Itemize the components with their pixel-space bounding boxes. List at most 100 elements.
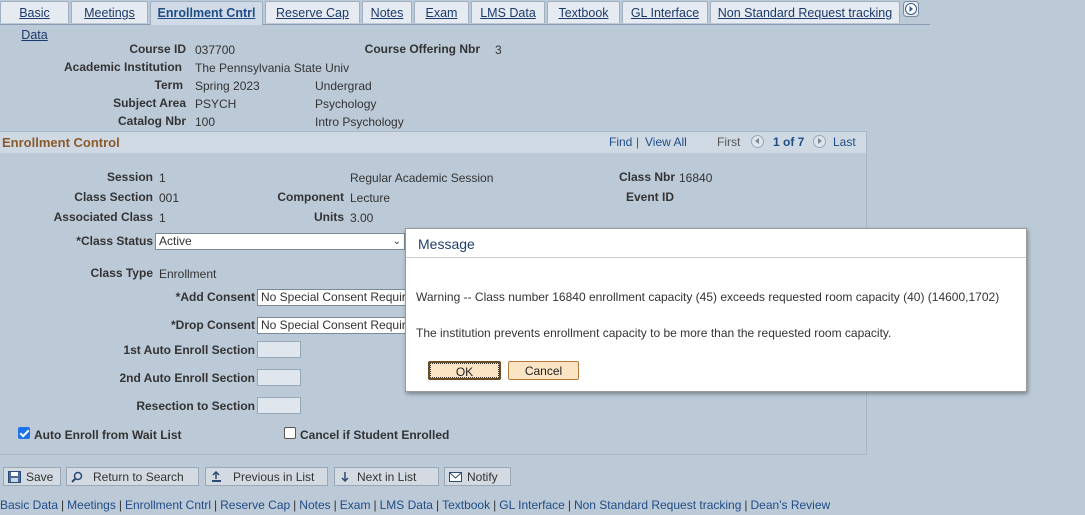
return-to-search-button[interactable]: Return to Search bbox=[66, 467, 199, 486]
drop-consent-label: *Drop Consent bbox=[171, 318, 255, 332]
panel-title: Enrollment Control bbox=[2, 135, 120, 150]
bottom-link-basic-data[interactable]: Basic Data bbox=[0, 498, 58, 512]
link-separator: | bbox=[61, 498, 65, 512]
link-separator: | bbox=[567, 498, 571, 512]
link-separator: | bbox=[293, 498, 297, 512]
previous-in-list-label: Previous in List bbox=[233, 470, 315, 484]
bottom-link-textbook[interactable]: Textbook bbox=[442, 498, 490, 512]
course-offering-value: 3 bbox=[495, 43, 502, 57]
subject-area-desc: Psychology bbox=[315, 97, 377, 111]
class-status-select[interactable]: Active ⌄ bbox=[155, 233, 405, 250]
dialog-warning-text: Warning -- Class number 16840 enrollment… bbox=[416, 290, 1000, 304]
tab-notes[interactable]: Notes bbox=[362, 1, 412, 23]
drop-consent-value: No Special Consent Required bbox=[261, 318, 408, 332]
cancel-if-enrolled-checkbox[interactable] bbox=[284, 427, 296, 439]
save-button[interactable]: Save bbox=[3, 467, 61, 486]
scroll-tabs-right-icon[interactable] bbox=[903, 1, 919, 17]
session-desc: Regular Academic Session bbox=[350, 171, 494, 185]
view-all-link[interactable]: View All bbox=[645, 135, 687, 149]
link-separator: | bbox=[435, 498, 440, 512]
previous-in-list-icon bbox=[212, 471, 221, 482]
subject-area-value: PSYCH bbox=[195, 97, 237, 111]
bottom-link-exam[interactable]: Exam bbox=[340, 498, 371, 512]
next-in-list-button[interactable]: Next in List bbox=[334, 467, 439, 486]
add-consent-select[interactable]: No Special Consent Required bbox=[257, 289, 408, 306]
save-label: Save bbox=[26, 470, 54, 484]
resection-input[interactable] bbox=[257, 397, 301, 414]
notify-icon bbox=[449, 472, 462, 482]
second-auto-enroll-input[interactable] bbox=[257, 369, 301, 386]
tab-reserve-cap[interactable]: Reserve Cap bbox=[265, 1, 360, 23]
next-in-list-label: Next in List bbox=[357, 470, 417, 484]
tab-exam[interactable]: Exam bbox=[414, 1, 469, 23]
course-id-value: 037700 bbox=[195, 43, 236, 57]
bottom-link-notes[interactable]: Notes bbox=[299, 498, 330, 512]
auto-enroll-waitlist-label: Auto Enroll from Wait List bbox=[34, 428, 182, 442]
resection-label: Resection to Section bbox=[136, 399, 255, 413]
add-consent-value: No Special Consent Required bbox=[261, 290, 408, 304]
message-dialog: Message Warning -- Class number 16840 en… bbox=[405, 228, 1027, 392]
class-section-label: Class Section bbox=[74, 190, 153, 204]
cancel-button[interactable]: Cancel bbox=[508, 361, 579, 380]
cancel-if-enrolled-label: Cancel if Student Enrolled bbox=[300, 428, 450, 442]
units-label: Units bbox=[314, 210, 344, 224]
bottom-link-gl-interface[interactable]: GL Interface bbox=[499, 498, 565, 512]
link-separator: | bbox=[118, 498, 122, 512]
find-link[interactable]: Find bbox=[609, 135, 632, 149]
auto-enroll-waitlist-checkbox[interactable] bbox=[18, 427, 30, 439]
course-id-label: Course ID bbox=[129, 42, 186, 56]
dialog-info-text: The institution prevents enrollment capa… bbox=[416, 326, 892, 340]
second-auto-enroll-label: 2nd Auto Enroll Section bbox=[119, 371, 255, 385]
link-separator: | bbox=[744, 498, 748, 512]
last-link[interactable]: Last bbox=[833, 135, 856, 149]
class-status-value: Active bbox=[159, 234, 192, 248]
institution-label: Academic Institution bbox=[63, 60, 182, 74]
tab-basic-data[interactable]: Basic Data bbox=[0, 1, 69, 42]
next-row-icon[interactable] bbox=[813, 135, 826, 148]
component-label: Component bbox=[277, 190, 344, 204]
previous-row-icon[interactable] bbox=[751, 135, 764, 148]
link-separator: | bbox=[333, 498, 337, 512]
dialog-header: Message bbox=[406, 229, 1026, 258]
ok-button[interactable]: OK bbox=[428, 361, 501, 380]
bottom-link-meetings[interactable]: Meetings bbox=[67, 498, 116, 512]
first-label[interactable]: First bbox=[717, 135, 740, 149]
next-in-list-icon bbox=[341, 472, 349, 483]
link-separator: | bbox=[373, 498, 377, 512]
row-count: 1 of 7 bbox=[773, 135, 805, 149]
chevron-down-icon: ⌄ bbox=[392, 236, 401, 247]
nav-separator: | bbox=[636, 135, 640, 149]
bottom-link-reserve-cap[interactable]: Reserve Cap bbox=[220, 498, 290, 512]
bottom-link-enrollment-cntrl[interactable]: Enrollment Cntrl bbox=[125, 498, 211, 512]
previous-in-list-button[interactable]: Previous in List bbox=[205, 467, 328, 486]
link-separator: | bbox=[493, 498, 497, 512]
class-nbr-label: Class Nbr bbox=[618, 170, 675, 184]
course-offering-label: Course Offering Nbr bbox=[364, 42, 480, 56]
tab-meetings[interactable]: Meetings bbox=[71, 1, 148, 23]
tab-enrollment-cntrl[interactable]: Enrollment Cntrl bbox=[150, 1, 263, 25]
tab-non-standard-request[interactable]: Non Standard Request tracking bbox=[710, 1, 900, 23]
associated-class-value: 1 bbox=[159, 211, 166, 225]
panel-header: Enrollment Control Find | View All First… bbox=[0, 132, 866, 153]
catalog-desc: Intro Psychology bbox=[315, 115, 404, 129]
bottom-link-non-standard-request[interactable]: Non Standard Request tracking bbox=[574, 498, 741, 512]
tab-textbook[interactable]: Textbook bbox=[547, 1, 620, 23]
tab-lms-data[interactable]: LMS Data bbox=[471, 1, 545, 23]
bottom-link-lms-data[interactable]: LMS Data bbox=[380, 498, 433, 512]
first-auto-enroll-label: 1st Auto Enroll Section bbox=[123, 343, 255, 357]
notify-button[interactable]: Notify bbox=[444, 467, 511, 486]
component-value: Lecture bbox=[350, 191, 391, 205]
tab-bar: Basic Data Meetings Enrollment Cntrl Res… bbox=[0, 0, 930, 42]
class-type-value: Enrollment bbox=[159, 267, 217, 281]
drop-consent-select[interactable]: No Special Consent Required bbox=[257, 317, 408, 334]
catalog-nbr-label: Catalog Nbr bbox=[117, 114, 186, 128]
link-separator: | bbox=[214, 498, 218, 512]
term-value: Spring 2023 bbox=[195, 79, 260, 93]
class-type-label: Class Type bbox=[90, 266, 153, 280]
return-to-search-icon bbox=[71, 471, 83, 483]
first-auto-enroll-input[interactable] bbox=[257, 341, 301, 358]
bottom-link-deans-review[interactable]: Dean's Review bbox=[751, 498, 831, 512]
tab-gl-interface[interactable]: GL Interface bbox=[622, 1, 708, 23]
notify-label: Notify bbox=[467, 470, 498, 484]
institution-value: The Pennsylvania State Univ bbox=[195, 61, 350, 75]
